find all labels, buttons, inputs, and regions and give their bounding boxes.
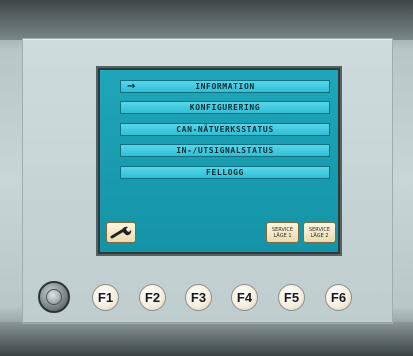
hmi-device: → INFORMATION KONFIGURERING CAN-NÄTVERKS… bbox=[0, 0, 413, 356]
wrench-button[interactable] bbox=[106, 222, 136, 243]
function-key-f6[interactable]: F6 bbox=[325, 284, 352, 311]
device-top-edge bbox=[0, 0, 413, 40]
knob-cap bbox=[46, 289, 62, 305]
menu-item-konfigurering[interactable]: KONFIGURERING bbox=[120, 101, 330, 114]
menu-item-label: KONFIGURERING bbox=[189, 103, 261, 112]
function-key-f1[interactable]: F1 bbox=[92, 284, 119, 311]
menu-item-label: CAN-NÄTVERKSSTATUS bbox=[176, 125, 274, 134]
menu-item-label: IN-/UTSIGNALSTATUS bbox=[176, 146, 274, 155]
service-mode-2-button[interactable]: SERVICE LÄGE 2 bbox=[303, 222, 336, 243]
menu-item-label: INFORMATION bbox=[195, 82, 255, 91]
menu-item-in-utsignalstatus[interactable]: IN-/UTSIGNALSTATUS bbox=[120, 144, 330, 157]
display-screen: → INFORMATION KONFIGURERING CAN-NÄTVERKS… bbox=[100, 70, 338, 252]
function-key-f3[interactable]: F3 bbox=[185, 284, 212, 311]
menu-item-can-natverksstatus[interactable]: CAN-NÄTVERKSSTATUS bbox=[120, 123, 330, 136]
rotary-knob-button[interactable] bbox=[38, 281, 70, 313]
function-key-f4[interactable]: F4 bbox=[231, 284, 258, 311]
device-bottom-edge bbox=[0, 322, 413, 356]
function-key-f2[interactable]: F2 bbox=[139, 284, 166, 311]
service-mode-1-button[interactable]: SERVICE LÄGE 1 bbox=[266, 222, 299, 243]
function-key-f5[interactable]: F5 bbox=[278, 284, 305, 311]
selection-arrow-icon: → bbox=[127, 81, 136, 92]
menu-item-information[interactable]: → INFORMATION bbox=[120, 80, 330, 93]
display-frame: → INFORMATION KONFIGURERING CAN-NÄTVERKS… bbox=[96, 66, 342, 256]
menu-item-label: FELLOGG bbox=[206, 168, 244, 177]
service-mode-1-line2: LÄGE 1 bbox=[273, 232, 292, 239]
service-mode-2-line2: LÄGE 2 bbox=[310, 232, 329, 239]
menu-item-fellogg[interactable]: FELLOGG bbox=[120, 166, 330, 179]
wrench-icon bbox=[110, 226, 132, 239]
